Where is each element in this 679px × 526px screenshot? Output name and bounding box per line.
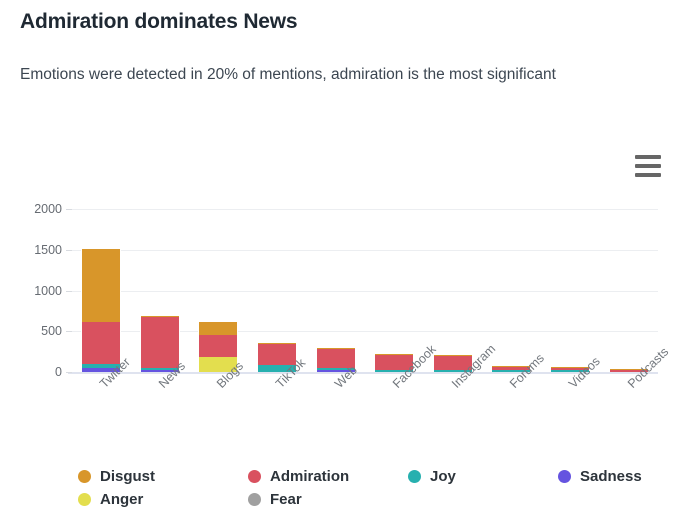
legend-label: Admiration — [270, 467, 350, 485]
legend-label: Joy — [430, 467, 456, 485]
bar-group-web[interactable]: Web — [306, 209, 365, 391]
legend-color-swatch-sadness — [558, 469, 571, 483]
hamburger-menu-icon[interactable] — [635, 155, 661, 177]
legend-color-swatch-anger — [78, 492, 91, 506]
bar-group-tiktok[interactable]: TikTok — [248, 209, 308, 391]
y-axis-tick-label: 0 — [55, 365, 62, 379]
chart-legend: Disgust Admiration Joy Sadness Anger Fear — [78, 465, 642, 511]
bar-group-videos[interactable]: Videos — [541, 209, 603, 391]
y-axis-tick — [66, 372, 72, 373]
legend-label: Sadness — [580, 467, 642, 485]
y-axis-tick-label: 500 — [41, 324, 62, 339]
legend-item-fear[interactable]: Fear — [248, 488, 302, 510]
legend-item-sadness[interactable]: Sadness — [558, 465, 642, 487]
page-subtitle: Emotions were detected in 20% of mention… — [20, 66, 556, 83]
chart-container: 0 500 1000 1500 2000 Twitter News Blogs TikTok W… — [0, 135, 679, 460]
bar-group-instagram[interactable]: Instagram — [424, 209, 498, 391]
legend-color-swatch-disgust — [78, 469, 91, 483]
bar-segment-admiration[interactable] — [139, 317, 180, 368]
menu-bar-2 — [635, 164, 661, 168]
legend-color-swatch-admiration — [248, 469, 261, 483]
bar-group-facebook[interactable]: Facebook — [365, 209, 439, 391]
legend-label: Disgust — [100, 467, 156, 485]
chart-card: Admiration dominates News Emotions were … — [0, 0, 679, 526]
legend-label: Fear — [270, 490, 302, 508]
bar-segment-disgust[interactable] — [198, 321, 239, 336]
bar-group-forums[interactable]: Forums — [482, 209, 547, 391]
y-axis-tick-label: 2000 — [34, 202, 62, 216]
bar-segment-admiration[interactable] — [198, 335, 239, 357]
legend-item-disgust[interactable]: Disgust — [78, 465, 155, 487]
bar-group-news[interactable]: News — [131, 209, 190, 391]
bar-group-twitter[interactable]: Twitter — [72, 209, 133, 391]
bar-stack[interactable] — [81, 248, 122, 372]
legend-item-anger[interactable]: Anger — [78, 488, 143, 510]
page-title: Admiration dominates News — [20, 10, 298, 33]
legend-item-admiration[interactable]: Admiration — [248, 465, 349, 487]
legend-item-joy[interactable]: Joy — [408, 465, 456, 487]
legend-color-swatch-fear — [248, 492, 261, 506]
x-axis-baseline — [68, 372, 658, 374]
menu-bar-3 — [635, 173, 661, 177]
plot-area: 0 500 1000 1500 2000 Twitter News Blogs TikTok W… — [34, 202, 671, 391]
y-axis-tick-label: 1000 — [34, 283, 62, 298]
bar-segment-admiration[interactable] — [81, 321, 122, 364]
bar-segment-disgust[interactable] — [81, 248, 122, 322]
legend-label: Anger — [100, 490, 144, 508]
menu-bar-1 — [635, 155, 661, 159]
bar-group-blogs[interactable]: Blogs — [189, 209, 248, 391]
bar-group-podcasts[interactable]: Podcasts — [599, 209, 671, 391]
legend-color-swatch-joy — [408, 469, 421, 483]
y-axis-tick-label: 1500 — [34, 242, 62, 257]
